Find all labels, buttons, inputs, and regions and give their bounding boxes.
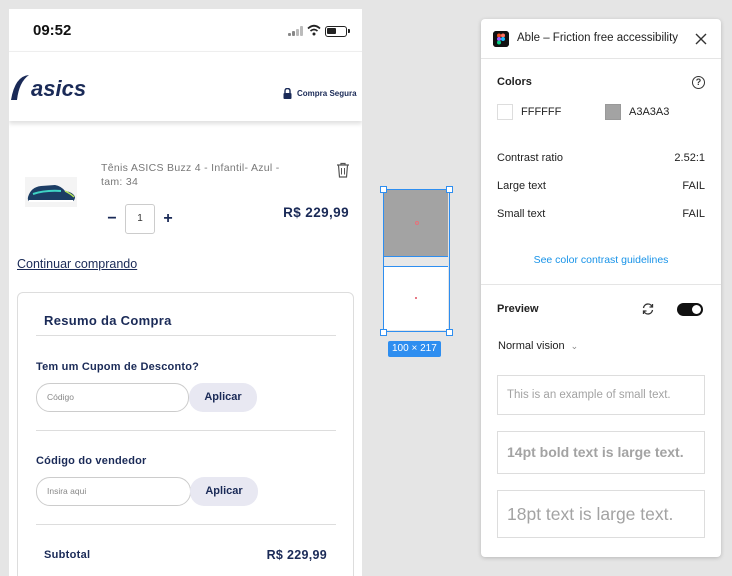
preview-large-text: 18pt text is large text. <box>497 490 705 538</box>
selected-frame[interactable] <box>383 189 450 332</box>
vision-mode-value: Normal vision <box>498 340 565 352</box>
decrease-quantity-button[interactable]: − <box>104 209 120 229</box>
order-summary-card: Resumo da Compra Tem um Cupom de Descont… <box>17 292 354 576</box>
resize-handle-top-left[interactable] <box>380 186 387 193</box>
wifi-icon <box>307 24 321 36</box>
subtotal-value: R$ 229,99 <box>266 548 327 562</box>
anchor-point <box>415 297 417 299</box>
divider <box>36 430 336 431</box>
subtotal-label: Subtotal <box>44 549 91 561</box>
color-swatch-foreground[interactable] <box>497 104 513 120</box>
product-name: Tênis ASICS Buzz 4 - Infantil- Azul - ta… <box>101 162 280 188</box>
panel-header: Able – Friction free accessibility <box>481 19 721 59</box>
summary-title: Resumo da Compra <box>44 313 172 328</box>
continue-shopping-link[interactable]: Continuar comprando <box>17 257 137 271</box>
trash-icon[interactable] <box>336 162 350 178</box>
small-text-label: Small text <box>497 208 546 220</box>
vision-mode-select[interactable]: Normal vision ⌄ <box>498 340 578 352</box>
divider-layer[interactable] <box>384 256 448 267</box>
chevron-down-icon: ⌄ <box>570 340 579 351</box>
figma-logo-icon <box>493 31 509 47</box>
quantity-value[interactable]: 1 <box>125 204 155 234</box>
resize-handle-bottom-right[interactable] <box>446 329 453 336</box>
cellular-signal-icon <box>288 26 304 36</box>
panel-title: Able – Friction free accessibility <box>517 32 679 44</box>
preview-toggle[interactable] <box>677 303 703 316</box>
status-bar: 09:52 <box>9 9 362 51</box>
preview-bold-text: 14pt bold text is large text. <box>497 431 705 474</box>
white-layer[interactable] <box>384 267 448 330</box>
resize-handle-top-right[interactable] <box>446 186 453 193</box>
mobile-page-preview: 09:52 asics Compra Segura Tênis ASICS Bu… <box>9 9 362 576</box>
color-hex-background[interactable]: A3A3A3 <box>629 106 669 118</box>
preview-heading: Preview <box>497 303 539 315</box>
large-text-label: Large text <box>497 180 546 192</box>
resize-handle-bottom-left[interactable] <box>380 329 387 336</box>
large-text-result: FAIL <box>682 180 705 192</box>
divider <box>36 335 336 336</box>
battery-icon <box>325 26 350 37</box>
apply-coupon-button[interactable]: Aplicar <box>189 383 257 412</box>
seller-code-input[interactable]: Insira aqui <box>36 477 191 506</box>
brand-wordmark: asics <box>31 76 86 101</box>
secure-label: Compra Segura <box>297 89 357 98</box>
anchor-point <box>415 221 419 225</box>
close-icon[interactable] <box>693 31 709 47</box>
help-icon[interactable]: ? <box>692 76 705 89</box>
lock-icon <box>283 88 292 99</box>
coupon-input[interactable]: Código <box>36 383 189 412</box>
color-hex-foreground[interactable]: FFFFFF <box>521 106 561 118</box>
able-plugin-panel: Able – Friction free accessibility Color… <box>481 19 721 557</box>
secure-purchase: Compra Segura <box>283 88 357 99</box>
status-time: 09:52 <box>33 22 72 39</box>
color-swatch-background[interactable] <box>605 104 621 120</box>
contrast-ratio-label: Contrast ratio <box>497 152 564 164</box>
increase-quantity-button[interactable]: + <box>160 209 176 229</box>
divider <box>481 284 721 285</box>
contrast-guidelines-link[interactable]: See color contrast guidelines <box>481 254 721 266</box>
asics-logo[interactable]: asics <box>9 70 89 104</box>
small-text-result: FAIL <box>682 208 705 220</box>
seller-code-label: Código do vendedor <box>36 455 147 467</box>
colors-heading: Colors <box>497 76 532 88</box>
dimension-badge: 100 × 217 <box>388 341 441 357</box>
contrast-ratio-value: 2.52:1 <box>674 152 705 164</box>
preview-small-text: This is an example of small text. <box>497 375 705 415</box>
quantity-stepper: − 1 + <box>104 204 176 234</box>
coupon-label: Tem um Cupom de Desconto? <box>36 361 200 373</box>
gray-layer[interactable] <box>384 190 448 256</box>
swap-colors-icon[interactable] <box>641 302 655 316</box>
site-header: asics Compra Segura <box>9 51 362 121</box>
product-price: R$ 229,99 <box>283 205 349 220</box>
divider <box>36 524 336 525</box>
apply-seller-code-button[interactable]: Aplicar <box>190 477 258 506</box>
product-image[interactable] <box>25 177 77 207</box>
